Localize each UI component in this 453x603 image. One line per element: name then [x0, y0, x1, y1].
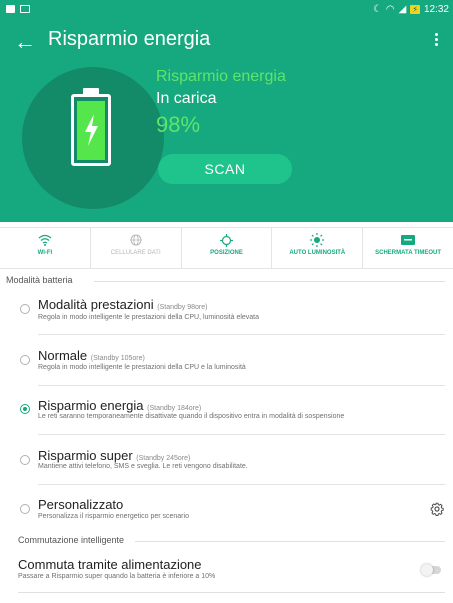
power-switch-toggle[interactable]: [421, 564, 441, 576]
mode-description: Le reti saranno temporaneamente disattiv…: [38, 413, 345, 420]
wifi-icon: [38, 234, 52, 246]
lightning-icon: [85, 114, 98, 146]
battery-percent: 98%: [156, 112, 201, 137]
toggle-knob: [421, 564, 433, 576]
notification-icons: [6, 5, 30, 13]
mode-description: Personalizza il risparmio energetico per…: [38, 513, 189, 520]
quick-setting-label: POSIZIONE: [210, 250, 243, 256]
mode-standby: (Standby 245ore): [136, 455, 191, 462]
timeout-icon: [401, 235, 416, 245]
battery-circle: [22, 67, 164, 209]
battery-icon: [71, 94, 111, 166]
quick-setting-label: WI-FI: [37, 250, 53, 256]
quick-setting-auto-brightness[interactable]: AUTO LUMINOSITÀ: [272, 228, 364, 268]
mode-name: Risparmio super (Standby 245ore): [38, 448, 190, 463]
page-title: Risparmio energia: [48, 28, 211, 50]
mode-title: Risparmio energia: [156, 68, 286, 85]
brightness-icon: [310, 233, 325, 247]
quick-settings-bar: WI-FI CELLULARE DATI POSIZIONE AUTO LUMI…: [0, 227, 453, 269]
mode-standby: (Standby 184ore): [147, 405, 202, 412]
moon-icon: ☾: [372, 4, 382, 15]
mode-divider: [38, 334, 445, 335]
wifi-status-icon: ◠: [385, 4, 395, 15]
mode-name: Personalizzato: [38, 497, 123, 512]
mode-label: Risparmio energia: [38, 398, 144, 413]
quick-setting-wifi[interactable]: WI-FI: [0, 228, 91, 268]
row-divider: [18, 592, 445, 593]
signal-icon: ◢: [398, 4, 407, 15]
status-icons: ☾ ◠ ◢ ⚡ 12:32: [373, 4, 449, 15]
mode-name: Modalità prestazioni (Standby 98ore): [38, 297, 207, 312]
section-divider: [94, 281, 445, 282]
mode-description: Regola in modo intelligente le prestazio…: [38, 314, 260, 321]
switch-setting-description: Passare a Risparmio super quando la batt…: [18, 573, 216, 580]
mode-standby: (Standby 98ore): [157, 304, 208, 311]
quick-setting-label: CELLULARE DATI: [110, 250, 161, 256]
charging-state: In carica: [156, 90, 217, 107]
notification-icon: [6, 5, 15, 13]
section-header-smart-switch: Commutazione intelligente: [18, 535, 125, 545]
mode-divider: [38, 434, 445, 435]
quick-setting-label: AUTO LUMINOSITÀ: [289, 250, 346, 256]
quick-setting-cellular[interactable]: CELLULARE DATI: [91, 228, 182, 268]
section-divider: [135, 541, 445, 542]
switch-setting-title: Commuta tramite alimentazione: [18, 557, 202, 572]
globe-icon: [130, 234, 142, 246]
battery-status-icon: ⚡: [410, 5, 420, 14]
mode-label: Modalità prestazioni: [38, 297, 154, 312]
section-header-battery-modes: Modalità batteria: [6, 275, 73, 285]
mode-divider: [38, 385, 445, 386]
location-icon: [219, 233, 233, 247]
gear-icon[interactable]: [430, 502, 444, 516]
mode-description: Regola in modo intelligente le prestazio…: [38, 364, 246, 371]
radio-button[interactable]: [20, 304, 30, 314]
quick-setting-screen-timeout[interactable]: SCHERMATA TIMEOUT: [363, 228, 453, 268]
radio-button[interactable]: [20, 455, 30, 465]
mode-name: Normale (Standby 105ore): [38, 348, 145, 363]
mode-divider: [38, 484, 445, 485]
overflow-menu-icon[interactable]: [435, 33, 439, 48]
status-bar: ☾ ◠ ◢ ⚡ 12:32: [0, 0, 453, 22]
mode-label: Normale: [38, 348, 88, 363]
radio-button-selected[interactable]: [20, 404, 30, 414]
quick-setting-location[interactable]: POSIZIONE: [182, 228, 273, 268]
radio-button[interactable]: [20, 504, 30, 514]
mode-standby: (Standby 105ore): [90, 355, 145, 362]
mode-name: Risparmio energia (Standby 184ore): [38, 398, 201, 413]
power-saver-header: ← Risparmio energia Risparmio energia In…: [0, 22, 453, 222]
clock: 12:32: [423, 4, 449, 15]
scan-button[interactable]: SCAN: [158, 154, 292, 184]
screen-icon: [20, 5, 30, 13]
mode-description: Mantiene attivi telefono, SMS e sveglia.…: [38, 463, 248, 470]
radio-button[interactable]: [20, 355, 30, 365]
back-arrow-icon[interactable]: ←: [14, 31, 36, 53]
mode-label: Personalizzato: [38, 497, 124, 512]
mode-label: Risparmio super: [38, 448, 133, 463]
quick-setting-label: SCHERMATA TIMEOUT: [375, 250, 442, 256]
